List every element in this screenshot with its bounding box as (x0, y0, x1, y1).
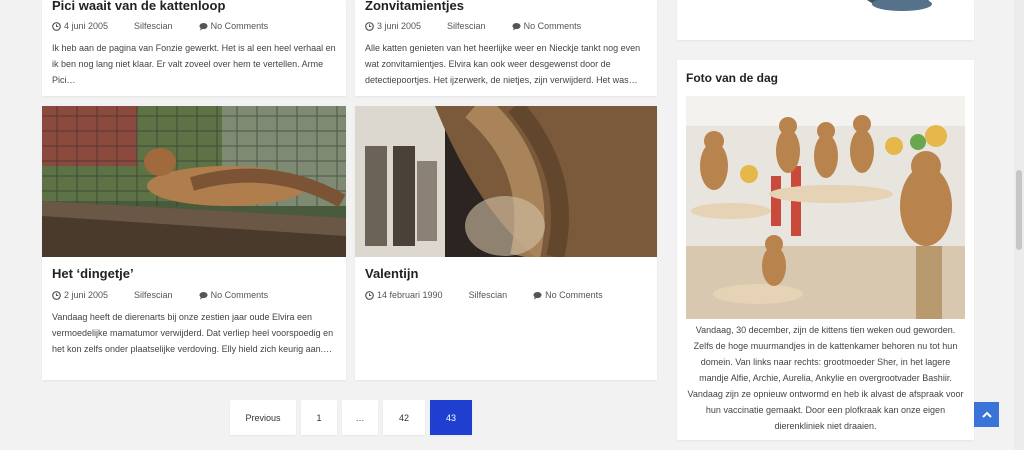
post-excerpt: Alle katten genieten van het heerlijke w… (365, 43, 641, 85)
post-author[interactable]: Silfescian (134, 289, 173, 301)
comment-icon (512, 22, 521, 31)
post-title[interactable]: Zonvitamientjes (365, 0, 647, 14)
kittens-photo (686, 96, 965, 319)
post-comments-link[interactable]: No Comments (524, 20, 582, 32)
post-title[interactable]: Het ‘dingetje’ (52, 266, 336, 282)
post-meta: 3 juni 2005 Silfescian No Comments (365, 20, 647, 32)
photo-of-the-day-widget: Foto van de dag Vandaag, 30 december, zi… (677, 60, 974, 440)
post-date[interactable]: 4 juni 2005 (64, 20, 108, 32)
scrollbar-thumb[interactable] (1016, 170, 1022, 250)
post-author[interactable]: Silfescian (134, 20, 173, 32)
widget-image (867, 0, 932, 11)
post-comments-link[interactable]: No Comments (545, 289, 603, 301)
clock-icon (52, 290, 61, 300)
photo-caption: Vandaag, 30 december, zijn de kittens ti… (687, 325, 964, 431)
post-excerpt: Vandaag heeft de dierenarts bij onze zes… (52, 312, 334, 354)
photo-of-the-day-image[interactable] (686, 96, 965, 319)
cat-closeup-image (355, 106, 657, 257)
pagination: Previous 1 … 42 43 (230, 400, 472, 435)
cat-on-plank-image (42, 106, 346, 257)
chevron-up-icon (981, 411, 992, 418)
comment-icon (533, 291, 542, 300)
page-ellipsis: … (342, 400, 378, 435)
post-date[interactable]: 2 juni 2005 (64, 289, 108, 301)
post-date[interactable]: 14 februari 1990 (377, 289, 443, 301)
page-scrollbar[interactable] (1014, 0, 1024, 450)
post-card: Het ‘dingetje’ 2 juni 2005 Silfescian No… (42, 106, 346, 380)
back-to-top-button[interactable] (974, 402, 999, 427)
post-meta: 2 juni 2005 Silfescian No Comments (52, 289, 336, 301)
previous-page-button[interactable]: Previous (230, 400, 296, 435)
post-thumbnail[interactable] (42, 106, 346, 257)
post-title[interactable]: Valentijn (365, 266, 647, 282)
post-card: Valentijn 14 februari 1990 Silfescian No… (355, 106, 657, 380)
clock-icon (365, 290, 374, 300)
clock-icon (52, 21, 61, 31)
page-43-button[interactable]: 43 (430, 400, 472, 435)
comment-icon (199, 291, 208, 300)
widget-title: Foto van de dag (686, 71, 779, 85)
page-42-button[interactable]: 42 (383, 400, 425, 435)
post-card: Zonvitamientjes 3 juni 2005 Silfescian N… (355, 0, 657, 96)
post-meta: 14 februari 1990 Silfescian No Comments (365, 289, 647, 301)
page-1-button[interactable]: 1 (301, 400, 337, 435)
post-thumbnail[interactable] (355, 106, 657, 257)
post-author[interactable]: Silfescian (469, 289, 508, 301)
post-comments-link[interactable]: No Comments (211, 289, 269, 301)
sidebar-widget-top (677, 0, 974, 40)
clock-icon (365, 21, 374, 31)
post-card: Pici waait van de kattenloop 4 juni 2005… (42, 0, 346, 96)
post-meta: 4 juni 2005 Silfescian No Comments (52, 20, 336, 32)
post-author[interactable]: Silfescian (447, 20, 486, 32)
post-title[interactable]: Pici waait van de kattenloop (52, 0, 336, 14)
post-comments-link[interactable]: No Comments (211, 20, 269, 32)
comment-icon (199, 22, 208, 31)
post-excerpt: Ik heb aan de pagina van Fonzie gewerkt.… (52, 43, 336, 85)
post-date[interactable]: 3 juni 2005 (377, 20, 421, 32)
